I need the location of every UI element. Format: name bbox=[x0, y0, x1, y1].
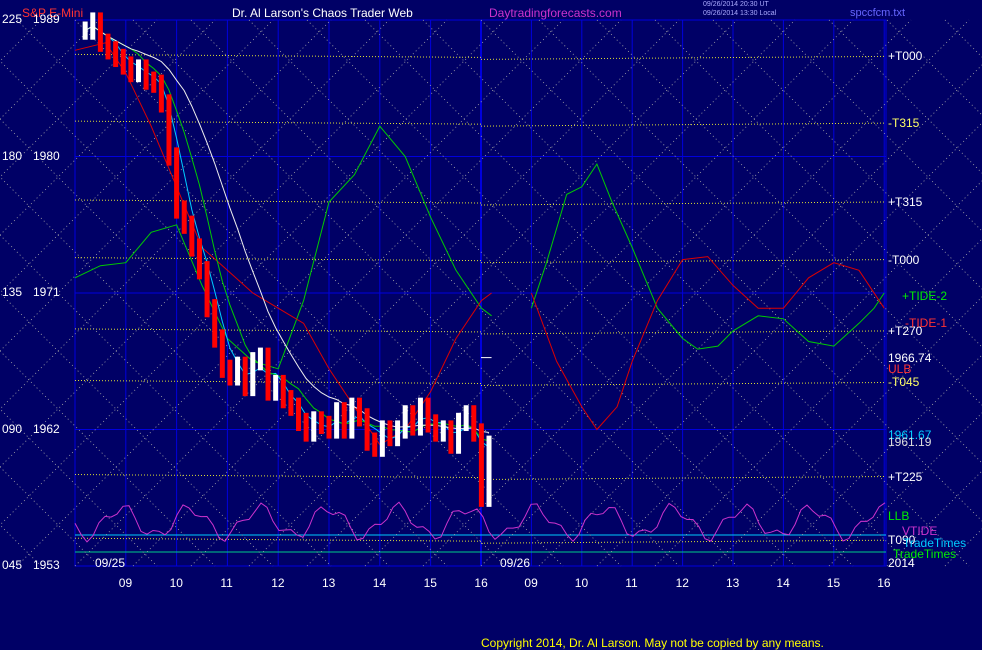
right-label: +T225 bbox=[888, 469, 923, 484]
right-label: +T000 bbox=[888, 49, 923, 64]
x-tick-day2: 09 bbox=[524, 576, 538, 590]
electron-line bbox=[480, 476, 887, 481]
electron-line bbox=[480, 381, 887, 386]
tide2-day1-line bbox=[74, 125, 492, 370]
day-label-2: 09/26 bbox=[500, 556, 531, 570]
x-tick-day1: 13 bbox=[322, 576, 336, 590]
right-label: -T045 bbox=[888, 375, 920, 390]
electron-line bbox=[480, 259, 887, 264]
electron-line bbox=[480, 201, 887, 206]
y-tick-left: 135 bbox=[2, 285, 23, 299]
x-tick-day2: 15 bbox=[826, 576, 841, 590]
right-label: 1961.19 bbox=[888, 434, 932, 449]
file-name: spccfcm.txt bbox=[850, 7, 906, 19]
chart-title: Dr. Al Larson's Chaos Trader Web bbox=[232, 6, 413, 20]
x-tick-day1: 11 bbox=[220, 576, 233, 590]
timestamp-ut: 09/26/2014 20:30 UT bbox=[703, 1, 769, 8]
right-label: -T000 bbox=[888, 252, 920, 267]
diamond-line bbox=[944, 19, 982, 58]
x-tick-day2: 14 bbox=[776, 576, 790, 590]
right-label: -T315 bbox=[888, 116, 920, 131]
close-price-label: 1966.74 bbox=[888, 350, 932, 365]
y-tick-price: 1953 bbox=[33, 558, 60, 572]
right-label: -TIDE-1 bbox=[905, 316, 947, 331]
x-tick-day1: 12 bbox=[271, 576, 285, 590]
x-tick-day1: 15 bbox=[423, 576, 437, 590]
y-tick-left: 045 bbox=[2, 558, 23, 572]
x-tick-day2: 16 bbox=[877, 576, 891, 590]
y-tick-left: 180 bbox=[2, 148, 23, 163]
y-tick-price: 1980 bbox=[33, 148, 60, 163]
y-tick-price: 1971 bbox=[33, 285, 60, 299]
y-tick-price: 1989 bbox=[33, 12, 60, 26]
x-tick-day2: 11 bbox=[625, 576, 638, 590]
right-label: TradeTimes bbox=[893, 546, 957, 561]
right-label: +T315 bbox=[888, 195, 923, 209]
x-tick-day1: 14 bbox=[372, 576, 387, 590]
electron-line bbox=[480, 55, 887, 60]
electron-line bbox=[480, 122, 887, 127]
copyright: Copyright 2014, Dr. Al Larson. May not b… bbox=[481, 636, 824, 650]
y-tick-price: 1962 bbox=[33, 421, 60, 436]
x-tick-day2: 10 bbox=[574, 576, 589, 590]
diamond-line bbox=[944, 528, 982, 567]
day-label-1: 09/25 bbox=[95, 556, 126, 570]
x-tick-day2: 13 bbox=[726, 576, 740, 590]
right-label: +TIDE-2 bbox=[902, 289, 948, 304]
electron-line bbox=[480, 539, 887, 544]
y-tick-left: 225 bbox=[2, 12, 23, 26]
x-tick-day1: 10 bbox=[169, 576, 183, 590]
tide1-day2-line bbox=[530, 256, 885, 431]
site-link[interactable]: Daytradingforecasts.com bbox=[489, 6, 622, 20]
right-label: LLB bbox=[888, 508, 910, 523]
chart-canvas bbox=[0, 12, 982, 567]
x-tick-day1: 09 bbox=[118, 576, 133, 590]
x-tick-day2: 12 bbox=[675, 576, 689, 590]
y-tick-left: 090 bbox=[2, 421, 23, 436]
electron-line bbox=[480, 330, 887, 335]
x-tick-day1: 16 bbox=[474, 576, 488, 590]
timestamp-local: 09/26/2014 13:30 Local bbox=[703, 10, 777, 17]
